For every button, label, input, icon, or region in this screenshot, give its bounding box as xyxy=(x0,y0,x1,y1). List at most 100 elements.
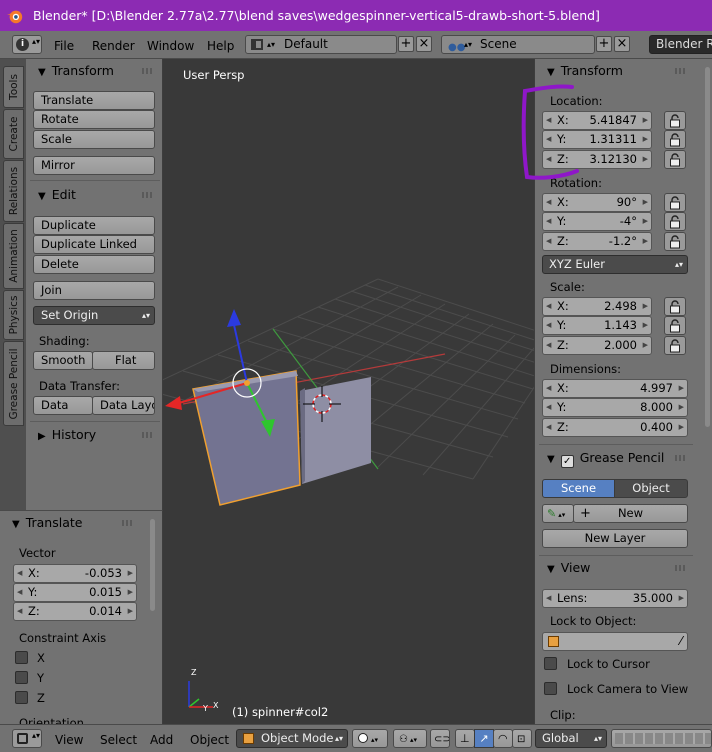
lens-field[interactable]: ◀ Lens: 35.000 ▶ xyxy=(542,589,688,608)
menu-object[interactable]: Object xyxy=(190,733,229,747)
set-origin-select[interactable]: Set Origin ▴▾ xyxy=(33,306,155,325)
grip-icon[interactable] xyxy=(675,455,687,461)
selected-object-face[interactable] xyxy=(192,370,301,506)
lock-scale-y-toggle[interactable] xyxy=(664,316,686,335)
grease-pencil-header[interactable]: ▼ ✓ Grease Pencil xyxy=(547,450,664,468)
menu-select[interactable]: Select xyxy=(100,733,137,747)
pivot-select[interactable]: ⚇ ▴▾ xyxy=(393,729,427,748)
vector-z-field[interactable]: ◀ Z: 0.014 ▶ xyxy=(13,602,137,621)
layer-buttons[interactable] xyxy=(611,729,712,748)
tab-grease-pencil[interactable]: Grease Pencil xyxy=(3,341,24,426)
screen-layout-field[interactable]: ▴▾ Default xyxy=(245,35,397,54)
editor-type-button[interactable]: ▴▾ xyxy=(12,729,42,748)
delete-scene-button[interactable]: × xyxy=(614,36,630,52)
menu-window[interactable]: Window xyxy=(147,39,194,53)
lock-to-cursor-checkbox[interactable] xyxy=(544,657,557,670)
tab-create[interactable]: Create xyxy=(3,109,24,159)
lock-rotation-z-toggle[interactable] xyxy=(664,232,686,251)
tab-relations[interactable]: Relations xyxy=(3,160,24,222)
delete-button[interactable]: Delete xyxy=(33,255,155,274)
grip-icon[interactable] xyxy=(142,192,154,198)
add-scene-button[interactable]: + xyxy=(596,36,612,52)
flat-button[interactable]: Flat xyxy=(92,351,155,370)
dimensions-x-field[interactable]: ◀ X: 4.997 ▶ xyxy=(542,379,688,398)
duplicate-button[interactable]: Duplicate xyxy=(33,216,155,235)
view-panel-header[interactable]: ▼ View xyxy=(547,560,590,575)
constraint-z-checkbox[interactable] xyxy=(15,691,28,704)
gp-new-button[interactable]: + New xyxy=(573,504,688,523)
translate-operator-header[interactable]: ▼ Translate xyxy=(12,515,82,530)
grease-pencil-checkbox[interactable]: ✓ xyxy=(560,455,574,468)
rotate-manipulator-toggle[interactable]: ◠ xyxy=(493,729,513,748)
rotation-z-field[interactable]: ◀ Z: -1.2° ▶ xyxy=(542,232,652,251)
scale-manipulator-toggle[interactable]: ⊡ xyxy=(512,729,532,748)
edit-panel-header[interactable]: ▼ Edit xyxy=(38,187,76,202)
data-transfer-button[interactable]: Data xyxy=(33,396,93,415)
menu-add[interactable]: Add xyxy=(150,733,173,747)
layers-toggle[interactable]: ⊂⊃ xyxy=(430,729,450,748)
grip-icon[interactable] xyxy=(675,68,687,74)
rotation-x-field[interactable]: ◀ X: 90° ▶ xyxy=(542,193,652,212)
grip-icon[interactable] xyxy=(675,565,687,571)
gp-scene-toggle[interactable]: Scene xyxy=(542,479,615,498)
constraint-y-checkbox[interactable] xyxy=(15,671,28,684)
render-engine-select[interactable]: Blender Ren xyxy=(649,35,712,54)
lock-location-y-toggle[interactable] xyxy=(664,130,686,149)
mirror-button[interactable]: Mirror xyxy=(33,156,155,175)
eyedropper-icon[interactable]: ⁄ xyxy=(680,633,682,650)
rotate-button[interactable]: Rotate xyxy=(33,110,155,129)
rotation-mode-select[interactable]: XYZ Euler ▴▾ xyxy=(542,255,688,274)
vector-y-field[interactable]: ◀ Y: 0.015 ▶ xyxy=(13,583,137,602)
add-layout-button[interactable]: + xyxy=(398,36,414,52)
dimensions-y-field[interactable]: ◀ Y: 8.000 ▶ xyxy=(542,398,688,417)
grip-icon[interactable] xyxy=(122,520,134,526)
lock-camera-checkbox[interactable] xyxy=(544,682,557,695)
transform-panel-header[interactable]: ▼ Transform xyxy=(38,63,114,78)
transform-orientation-select[interactable]: Global ▴▾ xyxy=(535,729,607,748)
constraint-x-checkbox[interactable] xyxy=(15,651,28,664)
vector-x-field[interactable]: ◀ X: -0.053 ▶ xyxy=(13,564,137,583)
lock-rotation-y-toggle[interactable] xyxy=(664,212,686,231)
translate-button[interactable]: Translate xyxy=(33,91,155,110)
transform-props-header[interactable]: ▼ Transform xyxy=(547,63,623,78)
dimensions-z-field[interactable]: ◀ Z: 0.400 ▶ xyxy=(542,418,688,437)
gp-brush-select[interactable]: ✎ ▴▾ xyxy=(542,504,574,523)
properties-scrollbar[interactable] xyxy=(705,67,710,427)
join-button[interactable]: Join xyxy=(33,281,155,300)
mode-select[interactable]: Object Mode ▴▾ xyxy=(236,729,348,748)
grip-icon[interactable] xyxy=(142,68,154,74)
lock-scale-z-toggle[interactable] xyxy=(664,336,686,355)
scene-field[interactable]: ●● ▴▾ Scene xyxy=(441,35,595,54)
scale-z-field[interactable]: ◀ Z: 2.000 ▶ xyxy=(542,336,652,355)
translate-manipulator-toggle[interactable]: ↗ xyxy=(474,729,494,748)
grip-icon[interactable] xyxy=(142,432,154,438)
editor-type-button[interactable]: i ▴▾ xyxy=(12,35,42,54)
delete-layout-button[interactable]: × xyxy=(416,36,432,52)
tab-animation[interactable]: Animation xyxy=(3,223,24,289)
redo-scrollbar[interactable] xyxy=(150,519,155,611)
menu-render[interactable]: Render xyxy=(92,39,135,53)
menu-view[interactable]: View xyxy=(55,733,83,747)
manipulator-toggle[interactable]: ⊥ xyxy=(455,729,475,748)
lock-location-z-toggle[interactable] xyxy=(664,150,686,169)
gp-object-toggle[interactable]: Object xyxy=(614,479,688,498)
menu-help[interactable]: Help xyxy=(207,39,234,53)
gp-new-layer-button[interactable]: New Layer xyxy=(542,529,688,548)
history-panel-header[interactable]: ▶ History xyxy=(38,427,96,442)
scale-button[interactable]: Scale xyxy=(33,130,155,149)
scale-x-field[interactable]: ◀ X: 2.498 ▶ xyxy=(542,297,652,316)
lock-location-x-toggle[interactable] xyxy=(664,111,686,130)
viewport-scene[interactable] xyxy=(163,59,534,724)
scale-y-field[interactable]: ◀ Y: 1.143 ▶ xyxy=(542,316,652,335)
lock-scale-x-toggle[interactable] xyxy=(664,297,686,316)
rotation-y-field[interactable]: ◀ Y: -4° ▶ xyxy=(542,212,652,231)
menu-file[interactable]: File xyxy=(54,39,74,53)
3d-viewport[interactable]: User Persp Z Y X (1) spinner#col2 xyxy=(163,59,534,724)
data-layout-button[interactable]: Data Layo xyxy=(92,396,155,415)
tab-physics[interactable]: Physics xyxy=(3,290,24,340)
second-object-face[interactable] xyxy=(300,377,371,484)
duplicate-linked-button[interactable]: Duplicate Linked xyxy=(33,235,155,254)
lock-object-field[interactable]: ⁄ xyxy=(542,632,688,651)
smooth-button[interactable]: Smooth xyxy=(33,351,93,370)
tab-tools[interactable]: Tools xyxy=(3,66,24,108)
